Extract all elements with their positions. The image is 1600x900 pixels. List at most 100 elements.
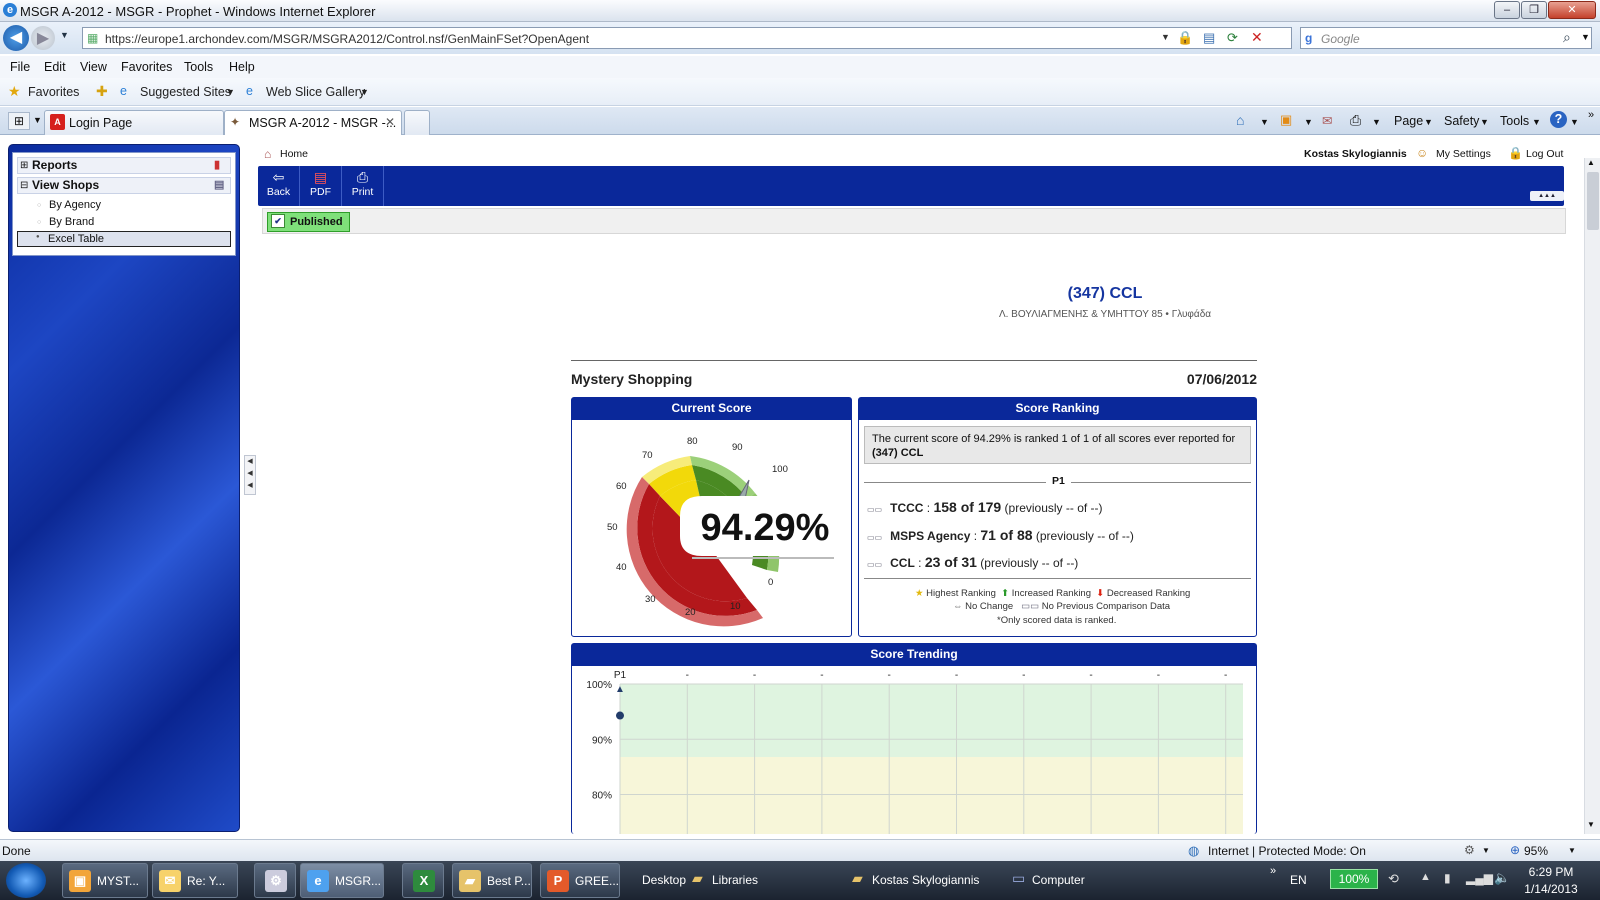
suggested-dropdown-icon[interactable]: ▼ xyxy=(226,87,235,97)
sidebar-item-reports[interactable]: ⊞ Reports ▮ xyxy=(17,157,231,174)
gauge-tick-label: 90 xyxy=(732,442,743,453)
chevron-more-icon[interactable]: » xyxy=(1588,109,1594,121)
menu-favorites[interactable]: Favorites xyxy=(121,60,172,74)
sync-icon[interactable]: ⟲ xyxy=(1388,871,1399,887)
page-dropdown-icon[interactable]: ▼ xyxy=(1424,117,1433,127)
web-slice-gallery-link[interactable]: Web Slice Gallery xyxy=(266,85,365,99)
log-out-link[interactable]: Log Out xyxy=(1526,148,1563,160)
help-dropdown-icon[interactable]: ▼ xyxy=(1570,117,1579,127)
tab-msgr[interactable]: ✦ MSGR A-2012 - MSGR -... ✕ xyxy=(224,110,402,135)
clock-date[interactable]: 1/14/2013 xyxy=(1520,882,1582,896)
sidebar-link-excel-table-row[interactable]: ● Excel Table xyxy=(17,231,231,247)
home-dropdown-icon[interactable]: ▼ xyxy=(1260,117,1269,127)
mail-icon[interactable]: ✉ xyxy=(1322,113,1332,128)
print-icon[interactable]: ⎙ xyxy=(1350,112,1361,129)
language-indicator[interactable]: EN xyxy=(1290,873,1307,887)
explorer-task[interactable]: ▰ Best P... xyxy=(452,863,532,898)
toolbar-overflow-icon[interactable]: » xyxy=(1270,865,1276,877)
bullet-icon: ○ xyxy=(37,219,42,226)
tools-dropdown-icon[interactable]: ▼ xyxy=(1532,117,1541,127)
quick-tabs-icon[interactable]: ⊞ xyxy=(8,112,30,130)
menu-edit[interactable]: Edit xyxy=(44,60,66,74)
my-settings-link[interactable]: My Settings xyxy=(1436,148,1491,160)
compat-view-icon[interactable]: ▤ xyxy=(1203,30,1215,46)
tab-list-dropdown-icon[interactable]: ▼ xyxy=(33,115,42,125)
address-dropdown-icon[interactable]: ▼ xyxy=(1161,32,1170,42)
new-tab-button[interactable] xyxy=(404,110,430,135)
search-dropdown-icon[interactable]: ▼ xyxy=(1581,32,1590,42)
maximize-button[interactable]: ❐ xyxy=(1521,1,1547,19)
minimize-button[interactable]: – xyxy=(1494,1,1520,19)
menu-tools[interactable]: Tools xyxy=(184,60,213,74)
safety-dropdown-icon[interactable]: ▼ xyxy=(1480,117,1489,127)
start-button[interactable] xyxy=(6,863,46,898)
back-button[interactable]: ⇦ Back xyxy=(258,166,300,206)
sidebar-link-excel-table[interactable]: Excel Table xyxy=(48,232,104,246)
sidebar-item-view-shops[interactable]: ⊟ View Shops ▤ xyxy=(17,177,231,194)
power-icon[interactable]: ▮ xyxy=(1444,871,1451,885)
tab-login-page[interactable]: A Login Page xyxy=(44,110,224,135)
close-window-button[interactable]: ✕ xyxy=(1548,1,1596,19)
page-menu[interactable]: Page xyxy=(1394,114,1423,128)
address-bar[interactable]: ▦ https://europe1.archondev.com/MSGR/MSG… xyxy=(82,27,1292,49)
print-dropdown-icon[interactable]: ▼ xyxy=(1372,117,1381,127)
help-icon[interactable]: ? xyxy=(1550,111,1567,128)
suggested-sites-link[interactable]: Suggested Sites xyxy=(140,85,231,99)
popup-settings-icon[interactable]: ⚙ xyxy=(1464,843,1475,857)
powerpoint-task[interactable]: P GREE... xyxy=(540,863,620,898)
ie-task[interactable]: e MSGR... xyxy=(300,863,384,898)
favorites-button[interactable]: Favorites xyxy=(28,85,79,99)
refresh-icon[interactable]: ⟳ xyxy=(1227,30,1238,46)
scroll-thumb[interactable] xyxy=(1587,172,1599,230)
recent-pages-dropdown-icon[interactable]: ▼ xyxy=(60,30,69,40)
stop-icon[interactable]: ✕ xyxy=(1251,29,1263,46)
libraries-link[interactable]: Libraries xyxy=(712,873,758,887)
safety-menu[interactable]: Safety xyxy=(1444,114,1479,128)
search-box[interactable]: g Google ⌕ ▼ xyxy=(1300,27,1592,49)
forward-nav-button[interactable]: ▶ xyxy=(31,26,55,50)
sidebar-link-by-brand[interactable]: By Brand xyxy=(49,215,94,229)
menu-view[interactable]: View xyxy=(80,60,107,74)
feeds-dropdown-icon[interactable]: ▼ xyxy=(1304,117,1313,127)
site-logo-icon: A xyxy=(50,114,65,130)
zoom-level[interactable]: 95% xyxy=(1524,844,1548,858)
add-favorite-icon[interactable]: ✚ xyxy=(96,83,108,100)
print-button[interactable]: ⎙ Print xyxy=(342,166,384,206)
network-signal-icon[interactable]: ▂▄▆ xyxy=(1466,871,1493,885)
volume-icon[interactable]: 🔈 xyxy=(1494,870,1510,886)
computer-link[interactable]: Computer xyxy=(1032,873,1085,887)
collapse-toolbar-icon[interactable]: ▲▲▲ xyxy=(1530,191,1564,201)
trend-point[interactable] xyxy=(616,711,624,720)
user-folder-link[interactable]: Kostas Skylogiannis xyxy=(872,873,979,887)
settings-task[interactable]: ⚙ xyxy=(254,863,296,898)
collapse-icon[interactable]: ⊟ xyxy=(20,178,28,193)
battery-meter[interactable]: 100% xyxy=(1330,869,1378,889)
panel-splitter[interactable]: ◀ ◀ ◀ xyxy=(244,455,256,495)
webslice-dropdown-icon[interactable]: ▼ xyxy=(360,87,369,97)
scroll-down-icon[interactable]: ▼ xyxy=(1587,820,1595,829)
home-icon[interactable]: ⌂ xyxy=(1236,112,1244,128)
tools-menu[interactable]: Tools xyxy=(1500,114,1529,128)
outlook-task[interactable]: ▣ MYST... xyxy=(62,863,148,898)
settings-dropdown-icon[interactable]: ▼ xyxy=(1482,846,1490,855)
back-label: Back xyxy=(266,186,291,198)
pdf-button[interactable]: ▤ PDF xyxy=(300,166,342,206)
menu-help[interactable]: Help xyxy=(229,60,255,74)
close-tab-icon[interactable]: ✕ xyxy=(385,115,395,129)
search-icon[interactable]: ⌕ xyxy=(1563,29,1571,46)
sidebar-link-by-agency[interactable]: By Agency xyxy=(49,198,101,212)
tray-expand-icon[interactable]: ▲ xyxy=(1420,871,1431,883)
lock-icon[interactable]: 🔒 xyxy=(1177,30,1193,46)
excel-task[interactable]: X xyxy=(402,863,444,898)
desktop-toolbar[interactable]: Desktop xyxy=(642,873,686,887)
scroll-up-icon[interactable]: ▲ xyxy=(1587,158,1595,167)
menu-file[interactable]: File xyxy=(10,60,30,74)
clock-time[interactable]: 6:29 PM xyxy=(1526,865,1576,879)
feeds-icon[interactable]: ▣ xyxy=(1280,112,1292,128)
home-link[interactable]: Home xyxy=(280,148,308,160)
expand-icon[interactable]: ⊞ xyxy=(20,158,28,173)
mail-task[interactable]: ✉ Re: Y... xyxy=(152,863,238,898)
back-nav-button[interactable]: ◀ xyxy=(3,25,29,51)
page-scrollbar[interactable]: ▲ ▼ xyxy=(1584,158,1600,834)
zoom-dropdown-icon[interactable]: ▼ xyxy=(1568,846,1576,855)
